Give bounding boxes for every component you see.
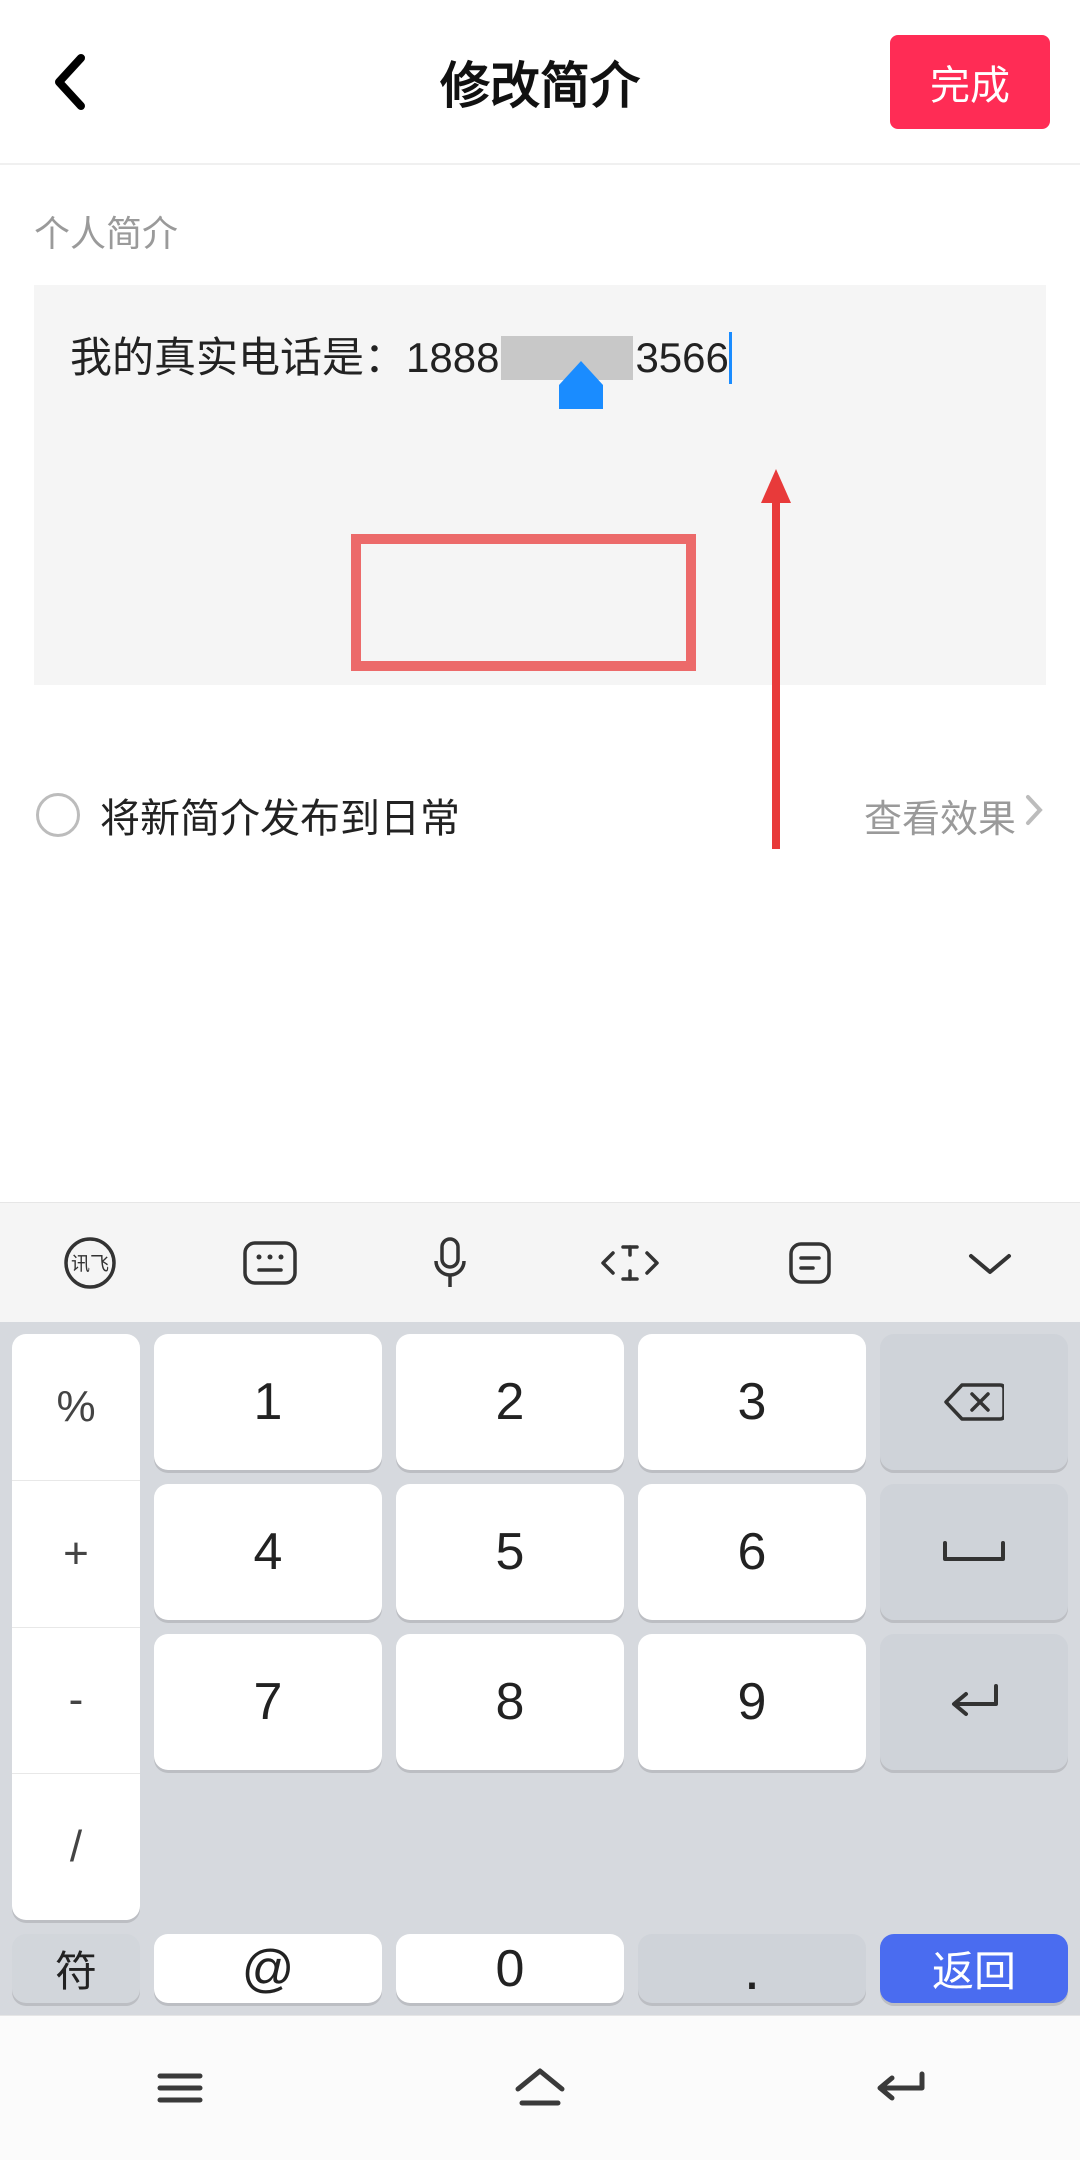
keyboard-toolbar: 讯飞: [0, 1202, 1080, 1322]
ime-brand-button[interactable]: 讯飞: [55, 1228, 125, 1298]
key-0[interactable]: 0: [396, 1934, 624, 2003]
done-button[interactable]: 完成: [890, 35, 1050, 129]
key-symbols[interactable]: 符: [12, 1934, 140, 2003]
key-return[interactable]: 返回: [880, 1934, 1068, 2003]
keyboard-icon: [242, 1240, 298, 1286]
key-at[interactable]: @: [154, 1934, 382, 2003]
cursor-handle[interactable]: [559, 361, 603, 409]
system-nav-bar: [0, 2015, 1080, 2160]
key-4[interactable]: 4: [154, 1484, 382, 1620]
key-plus[interactable]: +: [12, 1481, 140, 1628]
key-percent[interactable]: %: [12, 1334, 140, 1481]
preview-link[interactable]: 查看效果: [864, 788, 1044, 843]
bio-text-line: 我的真实电话是： 1888 3566: [70, 329, 1010, 388]
key-6[interactable]: 6: [638, 1484, 866, 1620]
menu-icon: [152, 2068, 208, 2108]
key-space[interactable]: [880, 1484, 1068, 1620]
microphone-icon: [430, 1235, 470, 1291]
key-2[interactable]: 2: [396, 1334, 624, 1470]
space-icon: [939, 1537, 1009, 1567]
chevron-left-icon: [51, 52, 89, 112]
chevron-down-icon: [965, 1248, 1015, 1278]
cursor-move-icon: [595, 1243, 665, 1283]
collapse-keyboard-button[interactable]: [955, 1228, 1025, 1298]
page-title: 修改简介: [440, 46, 640, 118]
back-button[interactable]: [30, 42, 110, 122]
left-symbol-column: % + - /: [12, 1334, 140, 1920]
preview-label: 查看效果: [864, 788, 1016, 843]
publish-toggle[interactable]: 将新简介发布到日常: [36, 786, 460, 844]
nav-back-button[interactable]: [840, 2053, 960, 2123]
key-8[interactable]: 8: [396, 1634, 624, 1770]
numeric-keyboard: % + - / 1 2 3 4 5 6: [0, 1322, 1080, 2015]
text-cursor: [729, 332, 732, 384]
key-enter[interactable]: [880, 1634, 1068, 1770]
phone-end: 3566: [635, 329, 728, 388]
bio-prefix: 我的真实电话是：: [70, 329, 406, 388]
bio-textarea[interactable]: 我的真实电话是： 1888 3566: [34, 285, 1046, 685]
publish-row: 将新简介发布到日常 查看效果: [0, 755, 1080, 875]
clipboard-icon: [785, 1238, 835, 1288]
header: 修改简介 完成: [0, 0, 1080, 165]
nav-home-button[interactable]: [480, 2053, 600, 2123]
key-slash[interactable]: /: [12, 1774, 140, 1920]
publish-label: 将新简介发布到日常: [100, 786, 460, 844]
chevron-right-icon: [1024, 793, 1044, 837]
phone-start: 1888: [406, 329, 499, 388]
enter-icon: [946, 1682, 1002, 1722]
key-9[interactable]: 9: [638, 1634, 866, 1770]
key-7[interactable]: 7: [154, 1634, 382, 1770]
annotation-highlight-box: [351, 534, 696, 671]
key-dot[interactable]: .: [638, 1934, 866, 2003]
cursor-move-button[interactable]: [595, 1228, 665, 1298]
radio-unchecked-icon: [36, 793, 80, 837]
nav-recents-button[interactable]: [120, 2053, 240, 2123]
ime-brand-icon: 讯飞: [63, 1236, 117, 1290]
backspace-icon: [944, 1381, 1004, 1423]
key-minus[interactable]: -: [12, 1628, 140, 1775]
voice-input-button[interactable]: [415, 1228, 485, 1298]
back-icon: [870, 2068, 930, 2108]
home-icon: [512, 2065, 568, 2111]
key-1[interactable]: 1: [154, 1334, 382, 1470]
key-3[interactable]: 3: [638, 1334, 866, 1470]
svg-text:讯飞: 讯飞: [71, 1253, 109, 1275]
section-label: 个人简介: [0, 165, 1080, 285]
annotation-arrow: [756, 469, 796, 865]
key-backspace[interactable]: [880, 1334, 1068, 1470]
key-5[interactable]: 5: [396, 1484, 624, 1620]
keyboard-layout-button[interactable]: [235, 1228, 305, 1298]
clipboard-button[interactable]: [775, 1228, 845, 1298]
